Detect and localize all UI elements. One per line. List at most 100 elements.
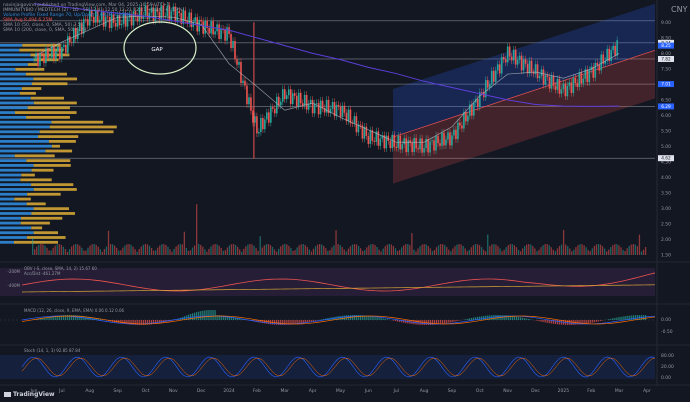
volume-bar [163,244,165,255]
macd-histogram-bar [472,317,475,320]
volume-profile-up [0,173,22,177]
volume-bar [341,246,343,255]
volume-bar [468,249,470,255]
macd-histogram-bar [493,315,495,320]
volume-bar [81,247,83,255]
volume-bar [134,249,136,255]
candle-body [234,40,236,60]
macd-histogram-bar [191,313,194,320]
volume-bar [339,245,341,255]
macd-histogram-bar [524,318,526,320]
macd-histogram-bar [378,317,380,320]
candle-body [315,102,318,104]
macd-title: MACD (12, 26, close, 9, EMA, EMA) 0.06 0… [24,308,125,313]
candle-body [236,59,238,65]
volume-bar [36,246,38,255]
volume-bar [218,245,220,255]
candle-body [500,57,503,74]
volume-bar [454,246,456,255]
volume-bar [181,244,183,255]
volume-bar [85,250,87,255]
volume-profile-down [31,183,74,187]
candle-body [546,75,549,78]
price-label-text: 7.01 [661,82,671,88]
volume-profile-down [49,125,117,129]
volume-bar [148,245,151,255]
candle-body [246,85,248,105]
candle-body [71,42,73,43]
macd-histogram-bar [558,320,561,325]
volume-profile-up [0,188,34,191]
candle-body [451,135,453,146]
candle-body [194,17,197,22]
volume-bar [304,245,306,255]
macd-histogram-bar [419,320,421,325]
gap-label: GAP [151,47,163,53]
volume-profile-up [0,125,50,129]
volume-bar [232,244,235,255]
volume-bar [234,244,237,255]
volume-bar [316,244,319,255]
volume-profile-up [0,82,32,86]
volume-profile-down [45,149,73,153]
candle-body [63,44,65,48]
volume-bar [237,246,239,255]
volume-profile-down [48,139,76,143]
currency-label[interactable]: CNY [671,5,687,14]
macd-histogram-bar [382,318,384,320]
volume-bar [290,248,292,255]
volume-profile-up [0,240,14,244]
macd-histogram-bar [380,318,382,320]
volume-bar [558,246,561,255]
macd-histogram-bar [597,320,600,322]
volume-bar [390,244,393,255]
candle-body [367,135,370,144]
tradingview-logo[interactable]: TradingView [4,391,55,398]
volume-bar [66,251,69,255]
volume-profile-up [0,67,16,71]
candle-body [373,140,376,142]
volume-bar [298,245,300,255]
candle-body [471,104,473,116]
volume-bar [585,247,587,255]
candle-body [479,92,481,108]
volume-bar [417,248,419,255]
volume-bar [409,245,411,255]
candle-body [232,40,234,48]
volume-bar [321,244,323,255]
volume-bar [483,249,485,255]
volume-profile-down [30,96,65,100]
macd-histogram-bar [351,315,354,320]
volume-bar [327,250,329,255]
candle-body [447,132,449,140]
volume-bar [343,249,345,255]
time-tick: 2025 [558,388,570,394]
price-label-text: 6.29 [661,104,671,110]
candle-body [39,53,41,66]
volume-bar [370,244,372,255]
candle-body [427,138,429,153]
volume-bar [396,251,399,255]
volume-profile-down [33,77,78,81]
time-tick: Sep [113,388,122,394]
volume-bar [220,248,222,255]
volume-profile-down [21,216,63,220]
candle-body [477,99,479,108]
volume-bar [608,249,610,255]
volume-bar [550,247,552,255]
volume-bar [528,244,530,255]
macd-histogram-bar [159,320,161,324]
volume-bar [626,248,628,255]
volume-profile-down [31,226,43,230]
candle-body [459,122,461,126]
candle-body [576,82,579,87]
volume-bar [130,244,132,255]
candle-body [53,46,55,60]
candle-body [566,85,569,97]
time-tick: Feb [253,388,261,394]
price-tick: 3.00 [661,206,671,212]
volume-bar [419,246,421,255]
volume-bar [64,249,67,255]
stoch-band [0,355,655,379]
volume-profile-up [0,212,32,215]
